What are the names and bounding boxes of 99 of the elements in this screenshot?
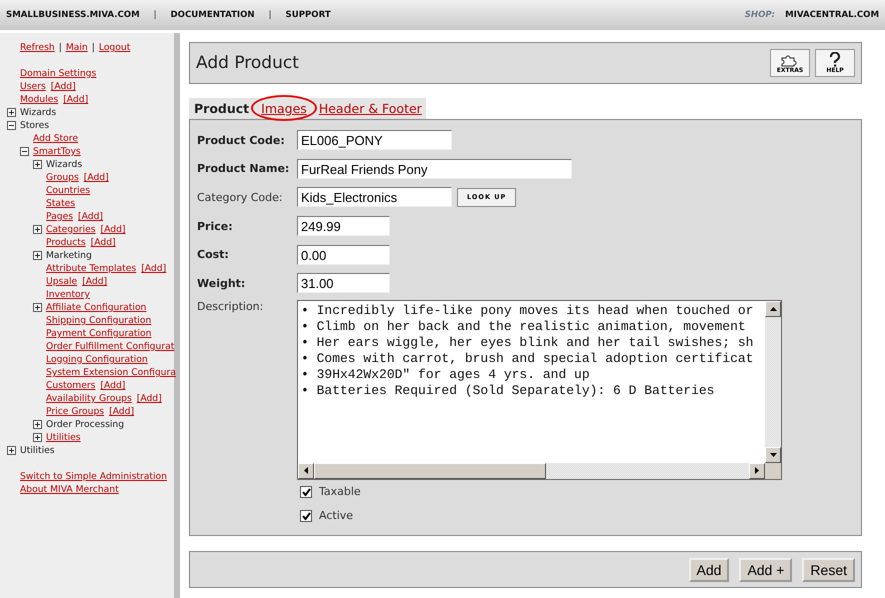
input-field[interactable]: 0.00 <box>297 244 390 265</box>
nav-link[interactable]: Modules <box>20 93 58 106</box>
add-link[interactable]: [Add] <box>100 223 126 236</box>
nav-link[interactable]: Add Store <box>33 132 78 145</box>
checkbox[interactable] <box>300 486 312 498</box>
nav-link[interactable]: Logging Configuration <box>46 353 148 366</box>
nav-link[interactable]: Pages <box>46 210 74 223</box>
field-label: Weight: <box>197 276 246 290</box>
nav-link[interactable]: Inventory <box>46 288 90 301</box>
expand-icon[interactable] <box>33 303 42 312</box>
field-label: Price: <box>197 220 234 233</box>
expand-icon[interactable] <box>33 160 42 169</box>
horizontal-scrollbar[interactable] <box>298 462 765 479</box>
add-link[interactable]: [Add] <box>109 405 134 418</box>
nav-link[interactable]: Attribute Templates <box>46 262 136 275</box>
nav-label: Marketing <box>46 249 92 262</box>
expand-icon[interactable] <box>33 225 42 234</box>
add-link[interactable]: [Add] <box>78 210 103 223</box>
collapse-icon[interactable] <box>20 147 29 156</box>
nav-link[interactable]: SmartToys <box>33 145 81 158</box>
nav-link[interactable]: Refresh <box>20 41 55 54</box>
nav-link[interactable]: Payment Configuration <box>46 327 152 340</box>
nav-link[interactable]: Shipping Configuration <box>46 314 152 327</box>
separator: | <box>268 10 272 20</box>
expand-icon[interactable] <box>33 433 42 442</box>
top-link[interactable]: DOCUMENTATION <box>170 10 255 20</box>
checkbox-label: Taxable <box>319 485 361 498</box>
tab[interactable]: Images <box>261 101 307 116</box>
field-label: Description: <box>197 300 264 313</box>
nav-link[interactable]: Logout <box>98 41 130 54</box>
nav-label: Wizards <box>20 106 56 119</box>
description-text: • Incredibly life-like pony moves its head when touched or • Climb on her back and the realistic animation, movement • Her ears wiggle, her eyes blink and her tail swishes; sh • Comes with carrot, brush and special adoption certificat • 39Hx42Wx20D" for ages 4 yrs. and up • Batteries Required (Sold Separately): 6 D Batteries <box>300 302 754 400</box>
field-label: Cost: <box>197 248 230 262</box>
nav-link[interactable]: Products <box>46 236 86 249</box>
input-field[interactable]: 31.00 <box>297 273 390 294</box>
down-arrow-icon <box>770 452 776 457</box>
field-label: Product Name: <box>197 162 290 176</box>
nav-label: Utilities <box>20 444 55 457</box>
input-field[interactable]: EL006_PONY <box>297 130 452 150</box>
nav-link[interactable]: Availability Groups <box>46 392 132 405</box>
add-link[interactable]: [Add] <box>82 275 108 288</box>
expand-icon[interactable] <box>33 251 42 260</box>
right-arrow-icon <box>755 467 759 474</box>
top-link[interactable]: SMALLBUSINESS.MIVA.COM <box>6 10 140 20</box>
expand-icon[interactable] <box>7 108 16 117</box>
nav-link[interactable]: Domain Settings <box>20 67 96 80</box>
top-link[interactable]: SUPPORT <box>286 10 331 20</box>
nav-link[interactable]: Customers <box>46 379 96 392</box>
tab[interactable]: Product <box>194 101 250 116</box>
separator: | <box>154 10 157 20</box>
field-label: Product Code: <box>197 134 286 147</box>
input-field[interactable]: Kids_Electronics <box>297 187 452 208</box>
separator: | <box>58 41 62 54</box>
separator: | <box>92 41 95 54</box>
input-field[interactable]: 249.99 <box>297 216 390 236</box>
nav-link[interactable]: Upsale <box>46 275 78 288</box>
action-button[interactable]: Add <box>688 558 730 582</box>
action-button[interactable]: Reset <box>802 558 855 582</box>
add-link[interactable]: [Add] <box>90 236 116 249</box>
expand-icon[interactable] <box>33 420 42 429</box>
nav-link[interactable]: States <box>46 197 76 210</box>
add-link[interactable]: [Add] <box>100 379 126 392</box>
tab[interactable]: Header & Footer <box>318 101 422 116</box>
collapse-icon[interactable] <box>7 121 16 130</box>
description-field[interactable] <box>297 300 782 480</box>
nav-link[interactable]: System Extension Configura <box>46 366 176 379</box>
scrollbar-corner <box>765 462 781 479</box>
nav-label: Stores <box>20 119 50 132</box>
checkbox[interactable] <box>300 510 312 522</box>
action-button[interactable]: Add + <box>739 558 792 582</box>
add-link[interactable]: [Add] <box>84 171 109 184</box>
question-icon <box>829 52 841 67</box>
left-arrow-icon <box>304 467 308 474</box>
page-title: Add Product <box>196 53 300 73</box>
checkbox-label: Active <box>319 509 354 522</box>
nav-label: Order Processing <box>46 418 124 431</box>
nav-link[interactable]: Affiliate Configuration <box>46 301 146 314</box>
nav-link[interactable]: Utilities <box>46 431 81 444</box>
add-link[interactable]: [Add] <box>141 262 166 275</box>
nav-link[interactable]: Countries <box>46 184 90 197</box>
up-arrow-icon <box>770 306 776 311</box>
nav-link[interactable]: Switch to Simple Administration <box>20 470 167 483</box>
shop-label: SHOP: <box>744 10 776 20</box>
add-link[interactable]: [Add] <box>136 392 162 405</box>
input-field[interactable]: FurReal Friends Pony <box>297 158 572 179</box>
nav-label: Wizards <box>46 158 82 171</box>
nav-link[interactable]: Users <box>20 80 46 93</box>
add-link[interactable]: [Add] <box>50 80 76 93</box>
add-link[interactable]: [Add] <box>63 93 88 106</box>
vertical-scrollbar[interactable] <box>765 300 781 463</box>
nav-link[interactable]: About MIVA Merchant <box>20 483 119 496</box>
expand-icon[interactable] <box>7 446 16 455</box>
nav-link[interactable]: Categories <box>46 223 96 236</box>
nav-link[interactable]: Price Groups <box>46 405 104 418</box>
nav-link[interactable]: Order Fulfillment Configurat <box>46 340 174 353</box>
field-label: Category Code: <box>197 190 284 204</box>
nav-link[interactable]: Main <box>66 41 88 54</box>
shop-link[interactable]: MIVACENTRAL.COM <box>785 10 879 20</box>
nav-link[interactable]: Groups <box>46 171 79 184</box>
